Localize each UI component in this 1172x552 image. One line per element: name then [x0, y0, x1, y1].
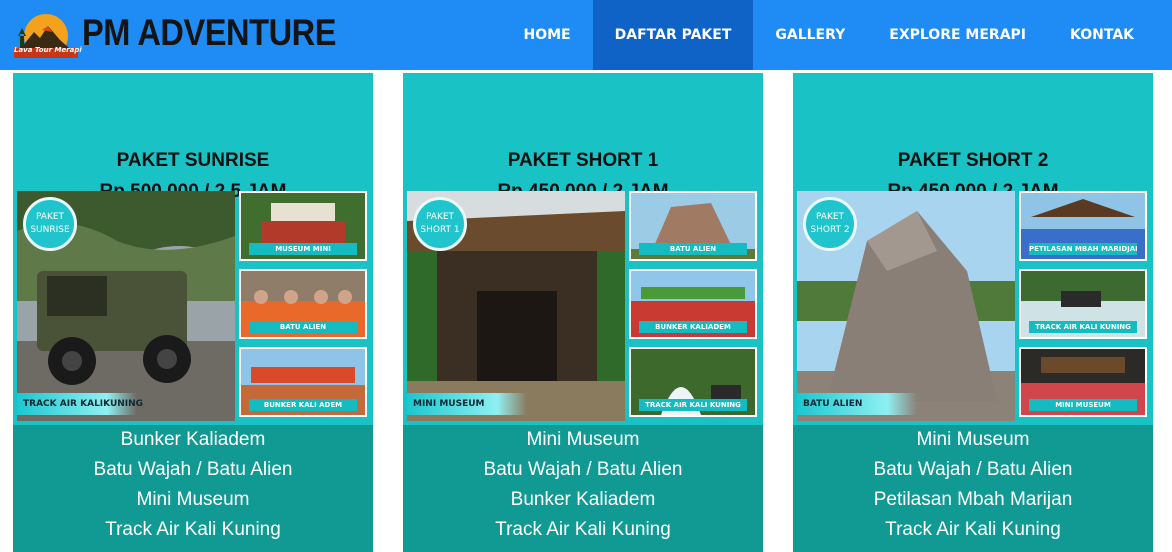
badge-line-1: PAKET: [815, 212, 845, 222]
package-photo-collage: PAKET SHORT 2 BATU ALIEN PETILASAN MBAH …: [797, 191, 1149, 421]
main-nav: HOME DAFTAR PAKET GALLERY EXPLORE MERAPI…: [502, 0, 1157, 70]
package-itinerary-list: Mini Museum Batu Wajah / Batu Alien Peti…: [793, 425, 1153, 552]
itinerary-item: Track Air Kali Kuning: [495, 519, 671, 540]
badge-line-2: SHORT 2: [810, 225, 850, 235]
itinerary-item: Mini Museum: [526, 429, 640, 450]
package-card-sunrise: PAKET SUNRISE Rp 500.000 / 2,5 JAM PAKET…: [13, 73, 373, 552]
itinerary-item: Batu Wajah / Batu Alien: [483, 459, 683, 480]
thumb-photo[interactable]: BUNKER KALI ADEM: [239, 347, 367, 417]
logo-tagline: Lava Tour Merapi: [14, 46, 82, 54]
nav-home[interactable]: HOME: [502, 0, 593, 70]
thumb-caption: MUSEUM MINI: [249, 243, 357, 255]
package-itinerary-list: Bunker Kaliadem Batu Wajah / Batu Alien …: [13, 425, 373, 552]
package-card-short-1: PAKET SHORT 1 Rp 450.000 / 2 JAM PAKET S…: [403, 73, 763, 552]
nav-explore-merapi[interactable]: EXPLORE MERAPI: [867, 0, 1048, 70]
badge-line-1: PAKET: [35, 212, 65, 222]
thumb-caption: BUNKER KALIADEM: [639, 321, 747, 333]
itinerary-item: Bunker Kaliadem: [510, 489, 656, 510]
main-photo-rock[interactable]: PAKET SHORT 2 BATU ALIEN: [797, 191, 1015, 421]
main-photo-caption: TRACK AIR KALIKUNING: [17, 393, 143, 415]
nav-kontak[interactable]: KONTAK: [1048, 0, 1156, 70]
package-badge: PAKET SUNRISE: [23, 197, 77, 251]
thumb-caption: BATU ALIEN: [639, 243, 747, 255]
package-badge: PAKET SHORT 2: [803, 197, 857, 251]
package-photo-collage: PAKET SHORT 1 MINI MUSEUM BATU ALIEN BUN…: [407, 191, 759, 421]
itinerary-item: Track Air Kali Kuning: [105, 519, 281, 540]
itinerary-item: Mini Museum: [136, 489, 250, 510]
thumb-caption: TRACK AIR KALI KUNING: [639, 399, 747, 411]
thumb-caption: TRACK AIR KALI KUNING: [1029, 321, 1137, 333]
main-photo-museum[interactable]: PAKET SHORT 1 MINI MUSEUM: [407, 191, 625, 421]
itinerary-item: Petilasan Mbah Marijan: [873, 489, 1073, 510]
thumb-photo[interactable]: TRACK AIR KALI KUNING: [629, 347, 757, 417]
package-title: PAKET SHORT 2: [897, 150, 1049, 171]
thumb-caption: BUNKER KALI ADEM: [249, 399, 357, 411]
brand-name: PM ADVENTURE: [82, 12, 337, 53]
itinerary-item: Bunker Kaliadem: [120, 429, 266, 450]
main-photo-jeep[interactable]: PAKET SUNRISE TRACK AIR KALIKUNING: [17, 191, 235, 421]
thumb-photo[interactable]: MINI MUSEUM: [1019, 347, 1147, 417]
package-itinerary-list: Mini Museum Batu Wajah / Batu Alien Bunk…: [403, 425, 763, 552]
badge-line-1: PAKET: [425, 212, 455, 222]
thumb-photo[interactable]: BATU ALIEN: [629, 191, 757, 261]
package-badge: PAKET SHORT 1: [413, 197, 467, 251]
itinerary-item: Mini Museum: [916, 429, 1030, 450]
thumb-photo[interactable]: BATU ALIEN: [239, 269, 367, 339]
thumb-photo[interactable]: PETILASAN MBAH MARIDJAN: [1019, 191, 1147, 261]
thumb-photo[interactable]: TRACK AIR KALI KUNING: [1019, 269, 1147, 339]
site-logo[interactable]: Lava Tour Merapi PM ADVENTURE: [12, 10, 336, 60]
badge-line-2: SHORT 1: [420, 225, 460, 235]
itinerary-item: Batu Wajah / Batu Alien: [93, 459, 293, 480]
thumb-caption: BATU ALIEN: [249, 321, 357, 333]
package-photo-collage: PAKET SUNRISE TRACK AIR KALIKUNING MUSEU…: [17, 191, 369, 421]
itinerary-item: Track Air Kali Kuning: [885, 519, 1061, 540]
package-title: PAKET SUNRISE: [116, 150, 270, 171]
package-title: PAKET SHORT 1: [507, 150, 659, 171]
thumb-photo[interactable]: MUSEUM MINI: [239, 191, 367, 261]
itinerary-item: Batu Wajah / Batu Alien: [873, 459, 1073, 480]
thumb-caption: PETILASAN MBAH MARIDJAN: [1029, 243, 1137, 255]
thumb-photo[interactable]: BUNKER KALIADEM: [629, 269, 757, 339]
main-photo-caption: MINI MUSEUM: [407, 393, 527, 415]
nav-gallery[interactable]: GALLERY: [753, 0, 867, 70]
top-navbar: Lava Tour Merapi PM ADVENTURE HOME DAFTA…: [0, 0, 1172, 70]
nav-daftar-paket[interactable]: DAFTAR PAKET: [592, 0, 754, 70]
thumb-caption: MINI MUSEUM: [1029, 399, 1137, 411]
badge-line-2: SUNRISE: [30, 225, 70, 235]
package-card-short-2: PAKET SHORT 2 Rp 450.000 / 2 JAM PAKET S…: [793, 73, 1153, 552]
main-photo-caption: BATU ALIEN: [797, 393, 917, 415]
